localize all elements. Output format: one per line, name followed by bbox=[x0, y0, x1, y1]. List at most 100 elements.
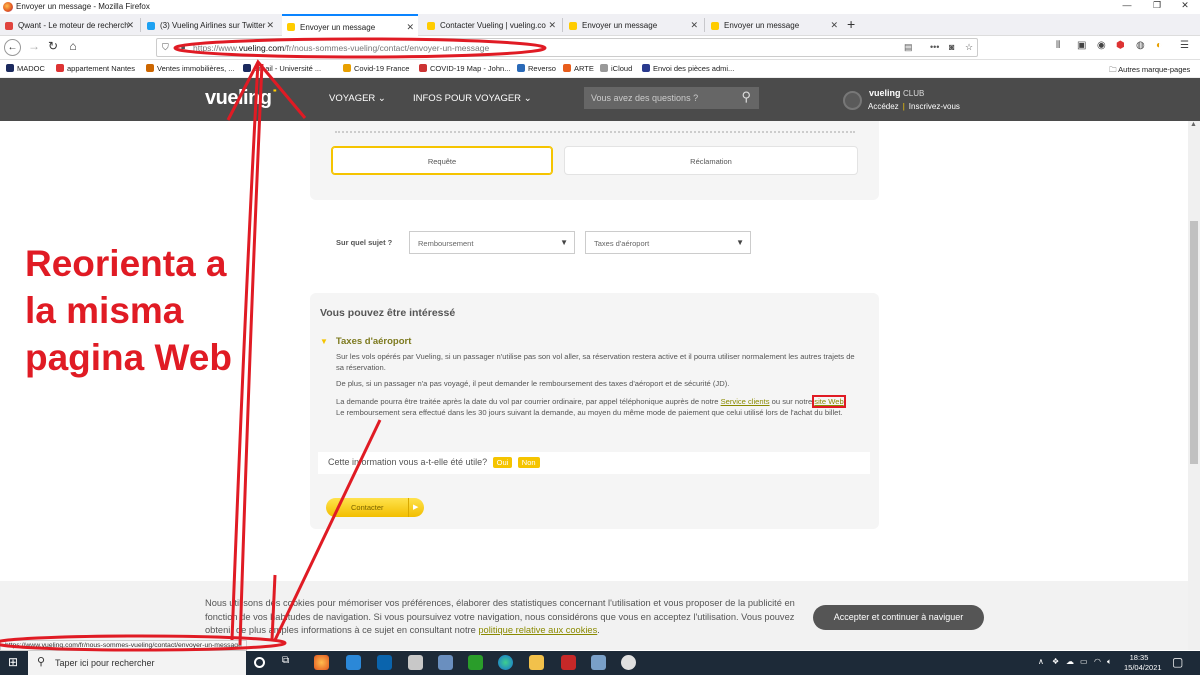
tab-qwant[interactable]: Qwant - Le moteur de recherch ✕ bbox=[0, 16, 138, 36]
close-tab-icon[interactable]: ✕ bbox=[548, 20, 556, 31]
other-bookmarks[interactable]: 🗀︎ Autres marque-pages bbox=[1109, 64, 1190, 77]
taskbar-search[interactable]: ⚲ Taper ici pour rechercher bbox=[28, 651, 246, 675]
bookmark-item[interactable]: Ventes immobilières, ... bbox=[146, 64, 235, 73]
bookmark-icon bbox=[600, 64, 608, 72]
sidebar-icon[interactable]: ▣ bbox=[1077, 40, 1086, 51]
back-button[interactable]: ← bbox=[4, 39, 21, 56]
page-actions-icon[interactable]: ••• bbox=[930, 42, 939, 52]
library-icon[interactable]: ⫴ bbox=[1056, 40, 1060, 51]
cortana-icon[interactable] bbox=[254, 657, 265, 668]
app-icon[interactable] bbox=[438, 655, 453, 670]
reader-view-icon[interactable]: ▤ bbox=[904, 42, 913, 53]
taskbar-clock[interactable]: 18:35 15/04/2021 bbox=[1124, 653, 1162, 673]
accordion-header[interactable]: ▼ Taxes d'aéroport bbox=[320, 336, 411, 347]
url-bar[interactable]: ⛉ 🔒︎ https://www.vueling.com/fr/nous-som… bbox=[156, 38, 978, 57]
page-scrollbar[interactable]: ▲ bbox=[1188, 121, 1200, 650]
extension-icon[interactable]: ◍ bbox=[1136, 40, 1145, 51]
app-icon[interactable] bbox=[408, 655, 423, 670]
search-icon[interactable]: ⚲ bbox=[741, 89, 751, 105]
feedback-question: Cette information vous a-t-elle été util… bbox=[328, 457, 488, 467]
app-icon[interactable] bbox=[621, 655, 636, 670]
bookmark-item[interactable]: ARTE bbox=[563, 64, 594, 73]
request-tab-button[interactable]: Requête bbox=[331, 146, 553, 175]
app-icon[interactable] bbox=[591, 655, 606, 670]
forward-button[interactable]: → bbox=[25, 39, 43, 53]
bookmark-item[interactable]: Envoi des pièces admi... bbox=[642, 64, 734, 73]
maximize-button[interactable]: ❐ bbox=[1142, 0, 1172, 11]
windows-start-icon[interactable]: ⊞ bbox=[8, 656, 20, 668]
calendar-icon[interactable] bbox=[346, 655, 361, 670]
extension-2-icon[interactable]: ◐ bbox=[1156, 40, 1162, 51]
vueling-logo[interactable]: vueling˙ bbox=[205, 87, 278, 110]
bookmark-item[interactable]: Email - Université ... bbox=[243, 64, 321, 73]
close-tab-icon[interactable]: ✕ bbox=[830, 20, 838, 31]
url-text[interactable]: https://www.vueling.com/fr/nous-sommes-v… bbox=[193, 43, 489, 53]
battery-icon[interactable]: ▭ bbox=[1080, 657, 1088, 666]
tab-bar: Qwant - Le moteur de recherch ✕ (3) Vuel… bbox=[0, 14, 1200, 36]
bookmark-item[interactable]: appartement Nantes bbox=[56, 64, 135, 73]
site-web-link[interactable]: site Web bbox=[812, 395, 846, 408]
register-link[interactable]: Inscrivez-vous bbox=[909, 102, 960, 111]
bookmark-icon bbox=[343, 64, 351, 72]
info-paragraph-2: De plus, si un passager n'a pas voyagé, … bbox=[336, 379, 730, 388]
tab-envoyer-2[interactable]: Envoyer un message ✕ bbox=[564, 16, 702, 36]
new-tab-button[interactable]: + bbox=[847, 16, 855, 32]
close-tab-icon[interactable]: ✕ bbox=[266, 20, 274, 31]
edge-icon[interactable] bbox=[498, 655, 513, 670]
feedback-yes-button[interactable]: Oui bbox=[492, 457, 513, 468]
cookie-policy-link[interactable]: politique relative aux cookies bbox=[478, 625, 597, 635]
firefox-taskbar-icon[interactable] bbox=[314, 655, 329, 670]
file-explorer-icon[interactable] bbox=[529, 655, 544, 670]
user-avatar-icon[interactable] bbox=[843, 91, 862, 110]
scrollbar-thumb[interactable] bbox=[1190, 221, 1198, 464]
adblock-icon[interactable]: ⬢ bbox=[1116, 40, 1125, 51]
minimize-button[interactable]: — bbox=[1112, 0, 1142, 10]
tab-envoyer-3[interactable]: Envoyer un message ✕ bbox=[706, 16, 842, 36]
subject-select[interactable]: Remboursement ▼ bbox=[409, 231, 575, 254]
dropbox-icon[interactable]: ❖ bbox=[1052, 657, 1059, 666]
close-tab-icon[interactable]: ✕ bbox=[406, 22, 414, 33]
tab-twitter[interactable]: (3) Vueling Airlines sur Twitter ✕ bbox=[142, 16, 278, 36]
subsubject-select[interactable]: Taxes d'aéroport ▼ bbox=[585, 231, 751, 254]
close-tab-icon[interactable]: ✕ bbox=[126, 20, 134, 31]
volume-icon[interactable]: 🔈︎ bbox=[1107, 657, 1112, 667]
tab-envoyer-active[interactable]: Envoyer un message ✕ bbox=[282, 14, 418, 36]
menu-infos-voyager[interactable]: INFOS POUR VOYAGER ⌄ bbox=[413, 93, 532, 104]
reload-button[interactable]: ↻ bbox=[44, 39, 62, 53]
bookmark-star-icon[interactable]: ☆ bbox=[965, 42, 973, 53]
bookmark-item[interactable]: COVID-19 Map - John... bbox=[419, 64, 510, 73]
home-button[interactable]: ⌂ bbox=[64, 39, 82, 53]
claim-tab-button[interactable]: Réclamation bbox=[564, 146, 858, 175]
bookmark-item[interactable]: Reverso bbox=[517, 64, 556, 73]
feedback-no-button[interactable]: Non bbox=[517, 457, 540, 468]
close-window-button[interactable]: ✕ bbox=[1170, 0, 1200, 11]
bookmarks-toolbar: MADOC appartement Nantes Ventes immobili… bbox=[0, 60, 1200, 78]
mail-icon[interactable] bbox=[377, 655, 392, 670]
contact-button[interactable]: Contacter ▶ bbox=[326, 498, 424, 517]
service-clients-link[interactable]: Service clients bbox=[721, 397, 770, 406]
accept-cookies-button[interactable]: Accepter et continuer à naviguer bbox=[813, 605, 984, 630]
bookmark-item[interactable]: iCloud bbox=[600, 64, 632, 73]
site-search-input[interactable]: Vous avez des questions ? ⚲ bbox=[584, 87, 759, 109]
cloud-icon[interactable]: ☁ bbox=[1066, 657, 1074, 666]
lock-icon[interactable]: 🔒︎ bbox=[181, 42, 185, 52]
tracking-shield-icon[interactable]: ⛉ bbox=[162, 42, 169, 53]
tray-chevron-icon[interactable]: ∧ bbox=[1038, 657, 1044, 666]
tab-label: Envoyer un message bbox=[582, 21, 658, 30]
tab-contacter[interactable]: Contacter Vueling | vueling.co ✕ bbox=[422, 16, 560, 36]
task-view-icon[interactable]: ⧉ bbox=[282, 655, 297, 670]
wifi-icon[interactable]: ◠ bbox=[1094, 657, 1101, 666]
app-icon[interactable] bbox=[561, 655, 576, 670]
login-link[interactable]: Accédez bbox=[868, 102, 899, 111]
menu-voyager[interactable]: VOYAGER ⌄ bbox=[329, 93, 386, 104]
pocket-icon[interactable]: ◙ bbox=[949, 42, 954, 52]
close-tab-icon[interactable]: ✕ bbox=[690, 20, 698, 31]
excel-icon[interactable] bbox=[468, 655, 483, 670]
menu-icon[interactable]: ☰ bbox=[1180, 40, 1189, 51]
account-icon[interactable]: ◉ bbox=[1097, 40, 1106, 51]
bookmark-item[interactable]: Covid-19 France bbox=[343, 64, 409, 73]
scroll-up-icon[interactable]: ▲ bbox=[1190, 121, 1197, 128]
triangle-down-icon: ▼ bbox=[320, 337, 328, 346]
bookmark-item[interactable]: MADOC bbox=[6, 64, 45, 73]
notifications-icon[interactable]: ▢ bbox=[1172, 655, 1183, 669]
